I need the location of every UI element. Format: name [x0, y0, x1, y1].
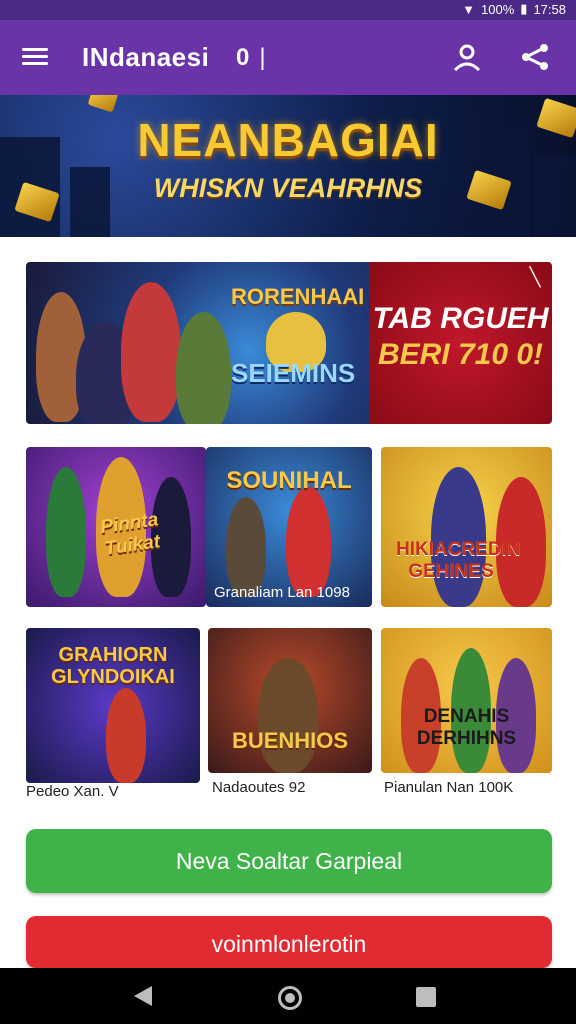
- hero-subtitle: WHISKN VEAHRHNS: [153, 173, 423, 203]
- share-icon[interactable]: [518, 40, 552, 74]
- game-tile[interactable]: SOUNIHAL Granaliam Lan 1098: [206, 447, 372, 607]
- tile-caption: Pianulan Nan 100K: [384, 779, 514, 796]
- battery-text: 100%: [481, 1, 515, 17]
- tile-title: BUENHIOS: [231, 728, 349, 753]
- status-indicators: ▼ 100% ▮ 17:58: [462, 1, 566, 17]
- tile-caption: Pedeo Xan. V: [26, 783, 119, 800]
- tile-caption: Nadaoutes 92: [212, 779, 306, 796]
- promo-line1: TAB RGUEH: [372, 302, 549, 335]
- hero-banner[interactable]: NEANBAGIAI WHISKN VEAHRHNS: [0, 95, 576, 237]
- status-bar: ▼ 100% ▮ 17:58: [0, 0, 576, 20]
- back-icon[interactable]: [134, 986, 152, 1006]
- game-tile[interactable]: Pinnta Tuikat: [26, 447, 206, 607]
- tile-title: DENAHIS DERHIHNS: [416, 706, 517, 749]
- close-icon[interactable]: ╲: [524, 266, 546, 288]
- battery-icon: ▮: [520, 1, 528, 16]
- tile-title: GRAHIORN GLYNDOIKAI: [51, 644, 175, 688]
- game-tile[interactable]: BUENHIOS: [208, 628, 372, 773]
- secondary-button[interactable]: voinmlonlerotin: [26, 916, 552, 968]
- primary-button[interactable]: Neva Soaltar Garpieal: [26, 829, 552, 893]
- tile-title: SOUNIHAL: [226, 467, 352, 494]
- promo-panel[interactable]: ╲ TAB RGUEH BERI 710 0!: [369, 262, 552, 424]
- hero-title: NEANBAGIAI: [137, 114, 439, 166]
- app-title: INdanaesi: [82, 42, 210, 72]
- title-glyph: 0 |: [236, 44, 266, 71]
- hamburger-icon[interactable]: [22, 44, 48, 70]
- recents-icon[interactable]: [416, 987, 436, 1007]
- home-icon[interactable]: [278, 986, 302, 1010]
- promo-line2: BERI 710 0!: [377, 338, 544, 371]
- game-tile[interactable]: DENAHIS DERHIHNS: [381, 628, 552, 773]
- user-icon[interactable]: [450, 40, 484, 74]
- game-tile[interactable]: HIKIACREDIN GEHINES: [381, 447, 552, 607]
- feature-game-subtitle: SEIEMINS: [231, 358, 356, 388]
- app-bar: INdanaesi 0 |: [0, 20, 576, 95]
- clock: 17:58: [533, 1, 566, 17]
- feature-banner[interactable]: RORENHAAI SEIEMINS ╲ TAB RGUEH BERI 710 …: [26, 262, 552, 424]
- tile-title: HIKIACREDIN GEHINES: [396, 539, 521, 582]
- tile-caption: Granaliam Lan 1098: [214, 584, 350, 601]
- system-nav-bar: [0, 968, 576, 1024]
- feature-game-title: RORENHAAI: [231, 284, 365, 309]
- wifi-icon: ▼: [462, 1, 476, 17]
- feature-game-art[interactable]: RORENHAAI SEIEMINS: [26, 262, 369, 424]
- game-tile[interactable]: GRAHIORN GLYNDOIKAI: [26, 628, 200, 783]
- gold-cube-icon: [87, 95, 119, 113]
